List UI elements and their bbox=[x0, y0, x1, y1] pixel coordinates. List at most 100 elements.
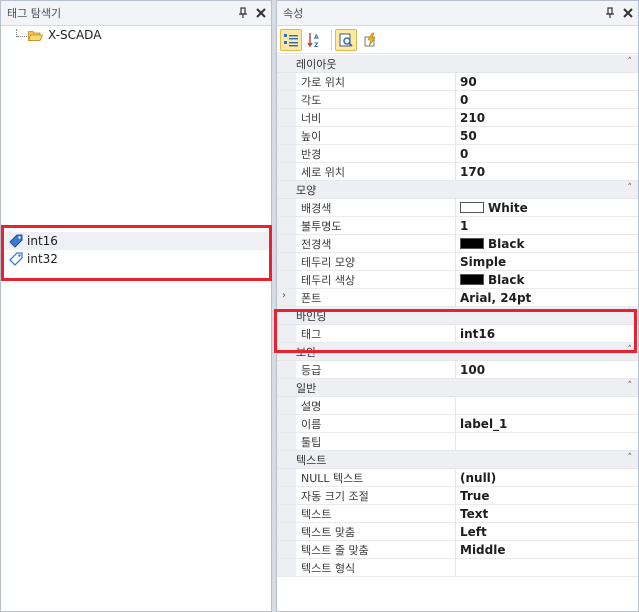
row-gutter bbox=[277, 73, 296, 90]
row-gutter bbox=[277, 235, 296, 252]
alphabetical-button[interactable]: A Z bbox=[304, 29, 326, 51]
property-value[interactable]: Left bbox=[456, 523, 638, 540]
chevron-up-icon[interactable]: ˄ bbox=[628, 57, 633, 67]
property-name: 각도 bbox=[296, 91, 456, 108]
properties-titlebar: 속성 bbox=[277, 1, 638, 26]
pin-icon[interactable] bbox=[602, 5, 618, 21]
category-label: 텍스트 bbox=[296, 453, 327, 467]
row-gutter bbox=[277, 523, 296, 540]
property-row[interactable]: 자동 크기 조절 True bbox=[277, 487, 638, 505]
categorized-icon bbox=[284, 33, 298, 46]
property-row[interactable]: 가로 위치 90 bbox=[277, 73, 638, 91]
property-value[interactable] bbox=[456, 433, 638, 450]
folder-open-icon bbox=[28, 31, 43, 41]
pin-icon[interactable] bbox=[235, 5, 251, 21]
category-header[interactable]: 레이아웃 ˄ bbox=[277, 55, 638, 73]
tree-connector bbox=[17, 36, 27, 37]
properties-panel: 속성 A Z 레이아웃 ˄ 가로 위치 90 각도 0 너비 210 높이 50… bbox=[276, 0, 639, 612]
close-icon[interactable] bbox=[620, 5, 636, 21]
property-value[interactable]: 1 bbox=[456, 217, 638, 234]
chevron-up-icon[interactable]: ˄ bbox=[628, 453, 633, 463]
property-value[interactable]: (null) bbox=[456, 469, 638, 486]
chevron-up-icon[interactable]: ˄ bbox=[628, 381, 633, 391]
lightning-icon bbox=[364, 32, 376, 46]
properties-title: 속성 bbox=[283, 7, 304, 20]
property-row[interactable]: 텍스트 Text bbox=[277, 505, 638, 523]
property-row[interactable]: 텍스트 맞춤 Left bbox=[277, 523, 638, 541]
property-value[interactable]: Black bbox=[456, 271, 638, 288]
property-value[interactable]: label_1 bbox=[456, 415, 638, 432]
property-value[interactable]: 100 bbox=[456, 361, 638, 378]
property-value[interactable]: 0 bbox=[456, 145, 638, 162]
category-label: 레이아웃 bbox=[296, 57, 337, 71]
property-row[interactable]: 툴팁 bbox=[277, 433, 638, 451]
property-value-text: Black bbox=[488, 236, 525, 251]
chevron-up-icon[interactable]: ˄ bbox=[628, 183, 633, 193]
row-gutter bbox=[277, 271, 296, 288]
row-gutter bbox=[277, 127, 296, 144]
property-row[interactable]: NULL 텍스트 (null) bbox=[277, 469, 638, 487]
property-row[interactable]: 설명 bbox=[277, 397, 638, 415]
property-row[interactable]: 반경 0 bbox=[277, 145, 638, 163]
categorized-button[interactable] bbox=[280, 28, 302, 51]
properties-toolbar: A Z bbox=[277, 26, 638, 54]
row-gutter bbox=[277, 559, 296, 576]
property-value[interactable]: 50 bbox=[456, 127, 638, 144]
property-value[interactable]: Arial, 24pt bbox=[456, 289, 638, 306]
property-row[interactable]: 테두리 색상 Black bbox=[277, 271, 638, 289]
property-row[interactable]: 이름 label_1 bbox=[277, 415, 638, 433]
property-row[interactable]: 너비 210 bbox=[277, 109, 638, 127]
row-gutter: › bbox=[277, 289, 296, 306]
toolbar-separator bbox=[331, 29, 332, 50]
property-row[interactable]: 세로 위치 170 bbox=[277, 163, 638, 181]
property-name: 전경색 bbox=[296, 235, 456, 252]
properties-view-button[interactable] bbox=[335, 28, 357, 51]
property-row[interactable]: 테두리 모양 Simple bbox=[277, 253, 638, 271]
highlight-box-binding bbox=[274, 309, 637, 353]
property-value[interactable]: Text bbox=[456, 505, 638, 522]
property-name: NULL 텍스트 bbox=[296, 469, 456, 486]
property-row[interactable]: 불투명도 1 bbox=[277, 217, 638, 235]
property-value[interactable] bbox=[456, 559, 638, 576]
property-value-text: Arial, 24pt bbox=[460, 290, 532, 305]
property-row[interactable]: 텍스트 형식 bbox=[277, 559, 638, 577]
property-name: 폰트 bbox=[296, 289, 456, 306]
property-row[interactable]: 등급 100 bbox=[277, 361, 638, 379]
property-value[interactable]: White bbox=[456, 199, 638, 216]
property-value[interactable]: 170 bbox=[456, 163, 638, 180]
property-value[interactable]: 0 bbox=[456, 91, 638, 108]
color-swatch bbox=[460, 274, 484, 285]
property-value[interactable]: Black bbox=[456, 235, 638, 252]
property-row[interactable]: 전경색 Black bbox=[277, 235, 638, 253]
category-header[interactable]: 모양 ˄ bbox=[277, 181, 638, 199]
close-icon[interactable] bbox=[253, 5, 269, 21]
row-gutter bbox=[277, 145, 296, 162]
property-row[interactable]: 텍스트 줄 맞춤 Middle bbox=[277, 541, 638, 559]
property-row[interactable]: 각도 0 bbox=[277, 91, 638, 109]
row-gutter bbox=[277, 397, 296, 414]
category-header[interactable]: 텍스트 ˄ bbox=[277, 451, 638, 469]
property-row[interactable]: 배경색 White bbox=[277, 199, 638, 217]
property-value[interactable]: True bbox=[456, 487, 638, 504]
property-name: 이름 bbox=[296, 415, 456, 432]
property-value[interactable]: 90 bbox=[456, 73, 638, 90]
property-name: 설명 bbox=[296, 397, 456, 414]
chevron-right-icon[interactable]: › bbox=[282, 290, 286, 301]
property-value[interactable]: 210 bbox=[456, 109, 638, 126]
property-value[interactable]: Simple bbox=[456, 253, 638, 270]
row-gutter bbox=[277, 433, 296, 450]
row-gutter bbox=[277, 163, 296, 180]
category-header[interactable]: 일반 ˄ bbox=[277, 379, 638, 397]
tree-root-label[interactable]: X-SCADA bbox=[48, 28, 101, 42]
property-row[interactable]: 높이 50 bbox=[277, 127, 638, 145]
property-value-text: White bbox=[488, 200, 528, 215]
property-name: 배경색 bbox=[296, 199, 456, 216]
tag-explorer-titlebar: 태그 탐색기 bbox=[1, 1, 271, 26]
svg-text:A: A bbox=[314, 34, 319, 41]
events-button[interactable] bbox=[359, 29, 381, 51]
property-value-text: 100 bbox=[460, 362, 486, 377]
property-row[interactable]: › 폰트 Arial, 24pt bbox=[277, 289, 638, 307]
property-value[interactable] bbox=[456, 397, 638, 414]
color-swatch bbox=[460, 238, 484, 249]
property-value[interactable]: Middle bbox=[456, 541, 638, 558]
